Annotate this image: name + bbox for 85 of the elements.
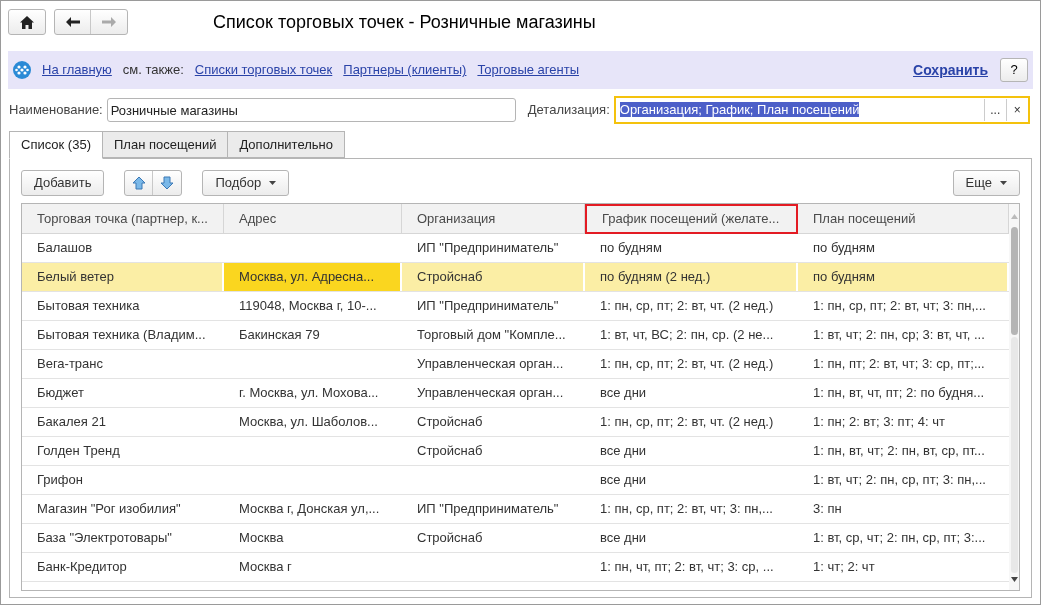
table-cell-text: Стройснаб	[416, 529, 484, 548]
table-cell-text: 1: пн, вт, чт; 2: пн, вт, ср, пт...	[812, 442, 986, 461]
table-row[interactable]: Белый ветер Москва, ул. Адресна... Стройснаб по будням (2 нед.) по будням	[22, 263, 1009, 292]
select-button[interactable]: ...	[983, 99, 1006, 121]
table-cell-text: Бытовая техника (Владим...	[36, 326, 207, 345]
table-cell-text: Банк-Кредитор	[36, 558, 128, 577]
table-cell-text: Вега-транс	[36, 355, 104, 374]
table-cell-text: 1: вт, ср, чт; 2: пн, ср, пт; 3:...	[812, 529, 987, 548]
tab[interactable]: План посещений	[103, 131, 229, 158]
up-arrow-icon	[131, 176, 146, 190]
save-link[interactable]: Сохранить	[913, 59, 988, 81]
table-cell: Москва, ул. Адресна...	[224, 263, 402, 291]
related-link[interactable]: Списки торговых точек	[194, 60, 333, 80]
scroll-down-icon[interactable]	[1010, 577, 1018, 582]
table-cell-text: ИП "Предприниматель"	[416, 500, 560, 519]
table-cell-text: Москва	[238, 529, 285, 548]
table-cell-text: Стройснаб	[416, 413, 484, 432]
down-arrow-icon	[160, 176, 175, 190]
caret-icon	[1000, 181, 1007, 185]
help-button[interactable]: ?	[1000, 58, 1028, 82]
more-button[interactable]: Еще	[952, 170, 1020, 196]
related-link[interactable]: Торговые агенты	[477, 60, 579, 80]
table-cell-text: 1: вт, чт; 2: пн, ср; 3: вт, чт, ...	[812, 326, 986, 345]
name-field[interactable]: Розничные магазины	[106, 98, 516, 122]
table-cell-text: все дни	[599, 471, 648, 490]
table-cell-text: Москва г, Донская ул,...	[238, 500, 381, 519]
table-cell-text: 1: пн, ср, пт; 2: вт, чт; 3: пн,...	[599, 500, 774, 519]
table-cell-text: 1: пн, пт; 2: вт, чт; 3: ср, пт;...	[812, 355, 986, 374]
related-link[interactable]: Партнеры (клиенты)	[343, 60, 467, 80]
table-cell-text: 1: вт, чт; 2: пн, ср, пт; 3: пн,...	[812, 471, 987, 490]
name-label: Наименование:	[9, 101, 103, 120]
clear-button[interactable]: ×	[1005, 99, 1028, 121]
table-cell-text: Управленческая орган...	[416, 355, 565, 374]
table-cell-text: 3: пн	[812, 500, 843, 519]
table-cell-text: 1: пн, ср, пт; 2: вт, чт; 3: пн,...	[812, 297, 987, 316]
table-cell-text: 1: пн, ср, пт; 2: вт, чт. (2 нед.)	[599, 355, 775, 374]
table-cell-text: Москва, ул. Шаболов...	[238, 413, 379, 432]
table-cell-text: 1: пн, ср, пт; 2: вт, чт. (2 нед.)	[599, 297, 775, 316]
table-cell-text: г. Москва, ул. Мохова...	[238, 384, 380, 403]
window-title: Список торговых точек - Розничные магазины	[213, 10, 596, 34]
menu-grid-icon[interactable]	[13, 61, 31, 79]
table-cell-text: Управленческая орган...	[416, 384, 565, 403]
table-cell-text: 1: пн, чт, пт; 2: вт, чт; 3: ср, ...	[599, 558, 775, 577]
detail-field[interactable]: Организация; График; План посещений ... ×	[613, 96, 1030, 124]
tab[interactable]: Список (35)	[9, 131, 103, 159]
detail-value: Организация; График; План посещений	[619, 102, 860, 118]
table-cell-text: по будням	[812, 239, 876, 258]
table-cell-text: 119048, Москва г, 10-...	[238, 297, 378, 316]
table-cell-text: все дни	[599, 384, 648, 403]
scrollbar-thumb[interactable]	[1010, 227, 1018, 335]
pick-button[interactable]: Подбор	[202, 170, 290, 196]
table-cell-text: 1: пн, ср, пт; 2: вт, чт. (2 нед.)	[599, 413, 775, 432]
tab[interactable]: Дополнительно	[228, 131, 345, 158]
table-cell-text: 1: пн; 2: вт; 3: пт; 4: чт	[812, 413, 946, 432]
left-arrow-icon	[65, 17, 80, 27]
table-cell-text: все дни	[599, 442, 648, 461]
detail-label: Детализация:	[527, 101, 610, 120]
table-cell-text: 1: вт, чт, ВС; 2: пн, ср. (2 не...	[599, 326, 775, 345]
caret-icon	[269, 181, 277, 185]
add-button[interactable]: Добавить	[21, 170, 105, 196]
scroll-up-icon[interactable]	[1010, 214, 1018, 219]
table-cell-text: Магазин "Рог изобилия"	[36, 500, 182, 519]
table-cell-text: Стройснаб	[416, 442, 484, 461]
table-cell-text: 1: пн, вт, чт, пт; 2: по будня...	[812, 384, 986, 403]
table-cell-text: Бюджет	[36, 384, 86, 403]
right-arrow-icon	[102, 17, 116, 27]
table-cell-text: 1: чт; 2: чт	[812, 558, 876, 577]
table-cell-text: Бакинская 79	[238, 326, 321, 345]
see-also-label: см. также:	[122, 61, 184, 80]
home-button[interactable]	[8, 9, 46, 35]
table-cell-text: Торговый дом "Компле...	[416, 326, 567, 345]
table-cell-text: по будням	[599, 239, 663, 258]
table-cell-text: Голден Тренд	[36, 442, 121, 461]
home-link[interactable]: На главную	[42, 60, 112, 80]
home-icon	[20, 15, 34, 29]
table-cell-text: Балашов	[36, 239, 94, 258]
table-cell-text: База "Электротовары"	[36, 529, 173, 548]
table-cell-text: ИП "Предприниматель"	[416, 297, 560, 316]
column-header[interactable]: График посещений (желате...	[585, 204, 798, 234]
table-cell-text: Бакалея 21	[36, 413, 107, 432]
table-cell-text: Бытовая техника	[36, 297, 141, 316]
table-cell-text: Москва г	[238, 558, 293, 577]
table-cell-text: ИП "Предприниматель"	[416, 239, 560, 258]
table-cell-text: все дни	[599, 529, 648, 548]
table-cell-text: Грифон	[36, 471, 84, 490]
